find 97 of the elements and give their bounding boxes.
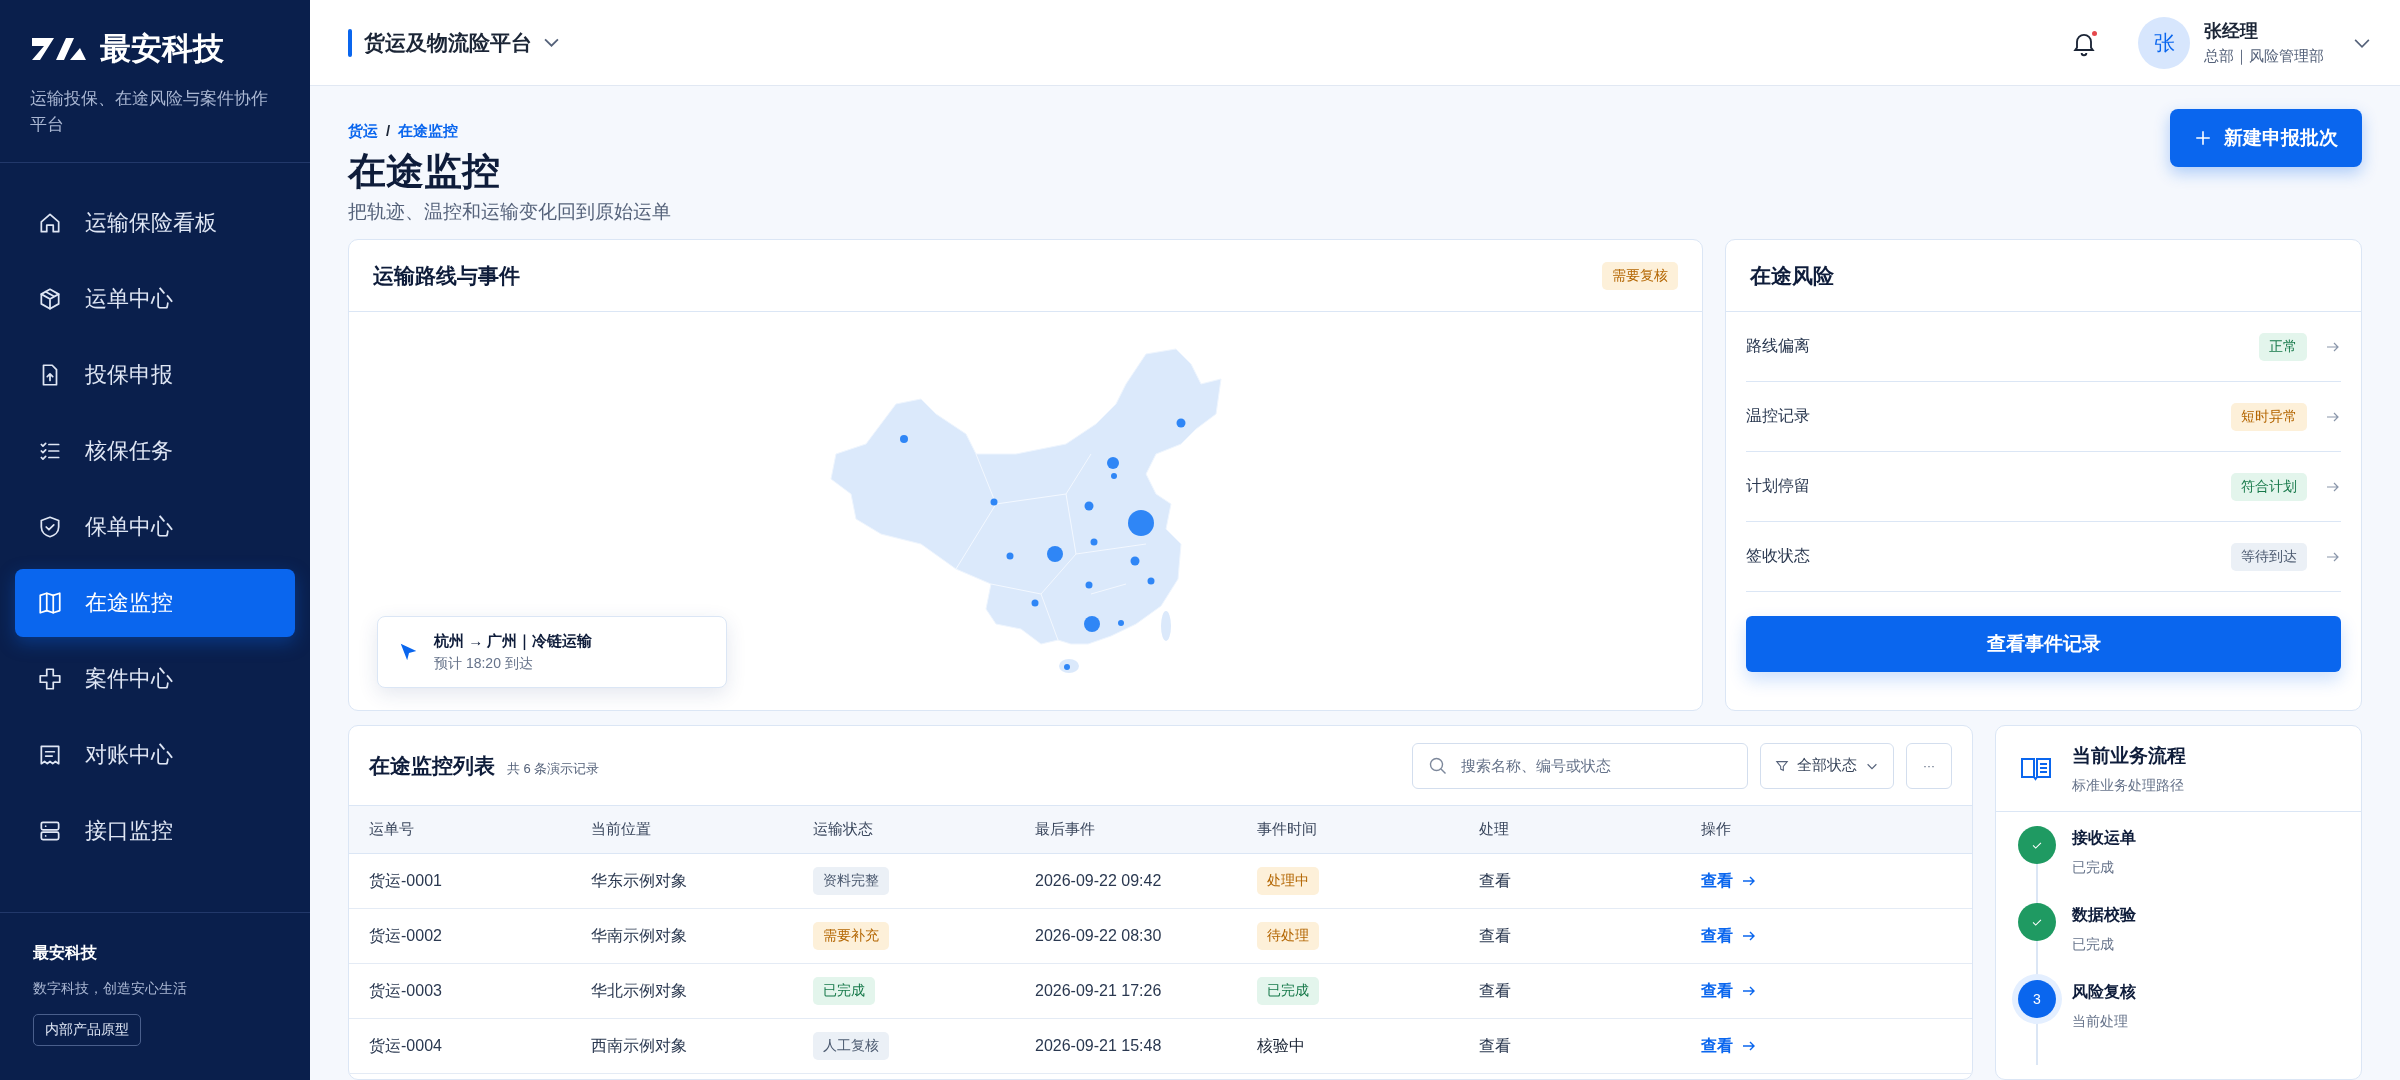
search-icon [1428,755,1448,776]
sidebar-item[interactable]: 投保申报 [15,341,295,409]
plus-icon [2194,129,2212,147]
breadcrumb-link[interactable]: 货运 [348,122,378,141]
status-tag: 资料完整 [813,867,889,895]
shield-check-icon [37,514,63,540]
view-events-button[interactable]: 查看事件记录 [1746,616,2341,672]
receipt-icon [37,742,63,768]
search-field[interactable]: 搜索名称、编号或状态 [1412,742,1748,789]
status-tag: 符合计划 [2231,472,2307,501]
chevron-down-icon [544,38,559,47]
process-subtitle: 标准业务处理路径 [2072,776,2185,795]
table-cell-text: 2026-09-21 15:48 [1035,1037,1163,1055]
risk-label: 温控记录 [1746,406,1811,426]
table-cell-text: 华东示例对象 [591,870,688,891]
table-cell-text: 货运-0001 [369,870,443,891]
table-cell-text: 华南示例对象 [591,925,688,946]
sidebar-item[interactable]: 保单中心 [15,493,295,561]
step-title: 风险复核 [2072,982,2136,1002]
company-slogan: 数字科技，创造安心生活 [33,980,187,998]
breadcrumb-link[interactable]: 在途监控 [398,122,459,141]
status-tag: 已完成 [813,977,875,1005]
status-tag: 核验中 [1257,1030,1315,1062]
status-tag: 需要复核 [1602,261,1678,290]
column-header: 操作 [1701,820,1732,839]
page-title: 在途监控 [348,149,501,194]
column-header: 最后事件 [1035,820,1096,839]
route-eta: 预计 18:20 到达 [434,654,534,673]
card-title: 在途风险 [1750,262,1834,289]
status-tag: 等待到达 [2231,542,2307,571]
status-tag: 已完成 [1257,977,1319,1005]
card-title: 运输路线与事件 [373,262,520,289]
view-link[interactable]: 查看 [1701,870,1757,892]
column-header: 运单号 [369,820,415,839]
status-tag: 正常 [2259,332,2307,361]
sidebar-item[interactable]: 运单中心 [15,265,295,333]
sidebar-item[interactable]: 接口监控 [15,797,295,865]
status-tag: 人工复核 [813,1032,889,1060]
server-icon [37,818,63,844]
risk-label: 路线偏离 [1746,336,1811,356]
table-cell-text: 货运-0004 [369,1035,443,1056]
risk-label: 签收状态 [1746,546,1811,566]
step-status: 当前处理 [2072,1013,2129,1031]
table-title: 在途监控列表 [369,752,495,779]
new-batch-button[interactable]: 新建申报批次 [2170,109,2362,167]
view-link[interactable]: 查看 [1701,925,1757,947]
platform-switcher[interactable]: 货运及物流险平台 [348,28,559,57]
column-header: 事件时间 [1257,820,1318,839]
sidebar-item[interactable]: 在途监控 [15,569,295,637]
brand-tagline: 运输投保、在途风险与案件协作平台 [30,88,269,136]
status-tag: 短时异常 [2231,402,2307,431]
view-link[interactable]: 查看 [1701,980,1757,1002]
sidebar-item[interactable]: 核保任务 [15,417,295,485]
table-cell-text: 2026-09-22 09:42 [1035,872,1163,890]
sidebar-item[interactable]: 案件中心 [15,645,295,713]
status-tag: 待处理 [1257,922,1319,950]
table-cell-text: 2026-09-21 17:26 [1035,982,1163,1000]
table-cell-text: 查看 [1479,1035,1512,1056]
step-status: 已完成 [2072,859,2115,877]
table-cell-text: 西南示例对象 [591,1035,688,1056]
box-icon [37,286,63,312]
column-header: 运输状态 [813,820,874,839]
column-header: 当前位置 [591,820,652,839]
route-title: 杭州 → 广州｜冷链运输 [434,631,593,651]
company-name: 最安科技 [33,943,97,963]
table-cell-text: 查看 [1479,980,1512,1001]
sidebar-item[interactable]: 运输保险看板 [15,189,295,257]
status-tag: 处理中 [1257,867,1319,895]
map-icon [37,590,63,616]
column-header: 处理 [1479,820,1510,839]
table-cell-text: 查看 [1479,870,1512,891]
filter-icon [1775,758,1789,773]
status-filter[interactable]: 全部状态 [1760,742,1894,789]
page-subtitle: 把轨迹、温控和运输变化回到原始运单 [348,200,671,224]
breadcrumb-separator: / [386,122,391,141]
process-title: 当前业务流程 [2072,743,2186,768]
status-tag: 需要补充 [813,922,889,950]
table-cell-text: 货运-0002 [369,925,443,946]
more-button[interactable]: ··· [1906,742,1952,789]
sidebar-item[interactable]: 对账中心 [15,721,295,789]
step-status: 已完成 [2072,936,2115,954]
table-cell-text: 2026-09-22 08:30 [1035,927,1163,945]
book-icon [2020,756,2052,781]
view-link[interactable]: 查看 [1701,1035,1757,1057]
table-cell-text: 查看 [1479,925,1512,946]
prototype-badge: 内部产品原型 [33,1014,141,1046]
user-avatar[interactable]: 张 [2138,16,2190,69]
table-cell-text: 货运-0003 [369,980,443,1001]
user-name: 张经理 [2204,20,2259,43]
step-title: 数据校验 [2072,905,2136,925]
brand-name: 最安科技 [100,30,224,68]
risk-label: 计划停留 [1746,476,1811,496]
step-title: 接收运单 [2072,828,2136,848]
user-department: 总部｜风险管理部 [2204,47,2324,66]
cross-icon [37,666,63,692]
record-count: 共 6 条演示记录 [507,759,600,778]
table-cell-text: 华北示例对象 [591,980,688,1001]
